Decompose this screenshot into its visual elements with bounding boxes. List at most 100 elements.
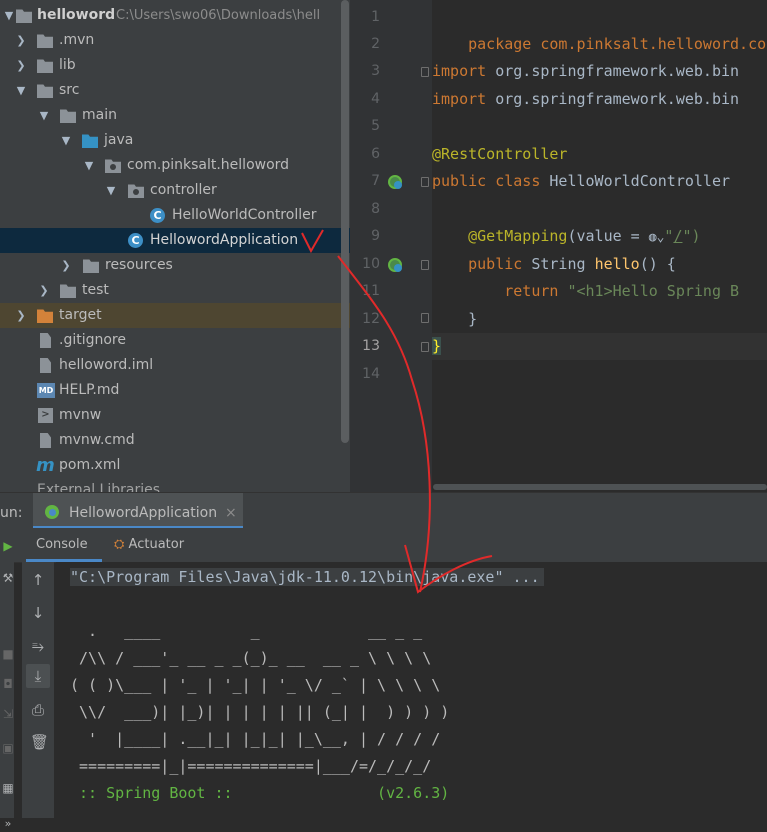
line-number: 3 bbox=[371, 63, 380, 79]
code-token: } bbox=[432, 310, 478, 328]
tree-item-hellowordapplication[interactable]: C HellowordApplication bbox=[0, 228, 350, 253]
tree-item-label: HelloWorldController bbox=[172, 207, 317, 223]
tree-item-label: HELP.md bbox=[59, 382, 120, 398]
fold-marker-icon[interactable] bbox=[421, 177, 429, 187]
line-number: 11 bbox=[362, 283, 380, 299]
arrow-up-icon[interactable]: ↑ bbox=[30, 572, 46, 588]
close-icon[interactable]: × bbox=[225, 493, 237, 533]
code-line: public class HelloWorldController bbox=[432, 168, 730, 195]
soft-wrap-icon[interactable]: ⥱ bbox=[30, 638, 46, 654]
tree-item-package[interactable]: ▼ com.pinksalt.helloword bbox=[0, 153, 350, 178]
code-token: @GetMapping bbox=[432, 227, 568, 245]
folder-icon bbox=[37, 59, 53, 73]
spring-boot-class-icon: C bbox=[128, 233, 143, 248]
tree-item-resources[interactable]: ❯ resources bbox=[0, 253, 350, 278]
console-line: \\/ ___)| |_)| | | | | || (_| | ) ) ) ) bbox=[70, 703, 450, 721]
console-line: "C:\Program Files\Java\jdk-11.0.12\bin\j… bbox=[70, 564, 544, 591]
class-icon: C bbox=[150, 208, 165, 223]
code-token: public bbox=[432, 255, 523, 273]
tree-item-lib[interactable]: ❯ lib bbox=[0, 53, 350, 78]
package-icon bbox=[105, 159, 121, 173]
chevron-right-icon[interactable]: ❯ bbox=[14, 28, 28, 53]
tab-actuator[interactable]: ⛭ Actuator bbox=[114, 528, 224, 562]
trash-icon[interactable]: 🗑 bbox=[30, 734, 49, 750]
chevron-down-icon[interactable]: ▼ bbox=[104, 178, 118, 203]
tree-item-iml[interactable]: helloword.iml bbox=[0, 353, 350, 378]
console-output[interactable]: "C:\Program Files\Java\jdk-11.0.12\bin\j… bbox=[56, 562, 767, 818]
chevron-down-icon[interactable]: ▼ bbox=[14, 78, 28, 103]
arrow-down-icon[interactable]: ↓ bbox=[30, 605, 46, 621]
current-line-highlight bbox=[432, 333, 767, 360]
code-editor[interactable]: 1 2 3 4 5 6 7 8 9 10 11 12 13 14 package… bbox=[350, 0, 767, 492]
tree-item-label: resources bbox=[105, 257, 173, 273]
code-token: return bbox=[432, 282, 559, 300]
tree-scrollbar[interactable] bbox=[341, 0, 349, 443]
chevron-right-icon[interactable]: ❯ bbox=[37, 278, 51, 303]
tree-item-target[interactable]: ❯ target bbox=[0, 303, 350, 328]
stop-icon[interactable]: ■ bbox=[0, 646, 16, 662]
chevron-down-icon[interactable]: ▼ bbox=[37, 103, 51, 128]
chevron-down-icon[interactable]: ▼ bbox=[82, 153, 96, 178]
scroll-to-end-icon[interactable]: ⤓ bbox=[26, 664, 50, 688]
chevron-down-icon[interactable]: ▼ bbox=[2, 3, 16, 28]
wrench-icon[interactable]: ⚒ bbox=[0, 570, 16, 586]
tree-item-controller[interactable]: ▼ controller bbox=[0, 178, 350, 203]
code-token: org.springframework.web.bin bbox=[486, 62, 740, 80]
restore-icon[interactable]: ▣ bbox=[0, 740, 16, 756]
camera-icon[interactable]: ◘ bbox=[0, 676, 16, 692]
tree-item-label: helloword.iml bbox=[59, 357, 154, 373]
fold-marker-icon[interactable] bbox=[421, 260, 429, 270]
code-token: @RestController bbox=[432, 145, 568, 163]
chevron-right-icon[interactable]: ❯ bbox=[14, 53, 28, 78]
tree-item-test[interactable]: ❯ test bbox=[0, 278, 350, 303]
tree-item-mvn[interactable]: ❯ .mvn bbox=[0, 28, 350, 53]
folder-icon bbox=[37, 34, 53, 48]
tree-root[interactable]: ▼ helloword C:\Users\swo06\Downloads\hel… bbox=[0, 3, 350, 28]
tree-item-mvnw-cmd[interactable]: mvnw.cmd bbox=[0, 428, 350, 453]
tree-item-helloworldcontroller[interactable]: C HelloWorldController bbox=[0, 203, 350, 228]
chevron-right-icon[interactable]: ❯ bbox=[59, 253, 73, 278]
code-token: String bbox=[522, 255, 595, 273]
exit-icon[interactable]: ⇲ bbox=[0, 706, 16, 722]
tree-item-external-libraries[interactable]: External Libraries bbox=[0, 478, 350, 492]
tree-item-label: main bbox=[82, 107, 117, 123]
file-icon bbox=[40, 433, 51, 448]
editor-horizontal-scrollbar[interactable] bbox=[433, 484, 767, 490]
line-number: 2 bbox=[371, 36, 380, 52]
globe-icon[interactable]: ◍⌄ bbox=[649, 230, 665, 245]
folder-icon bbox=[37, 84, 53, 98]
tree-item-label: mvnw bbox=[59, 407, 102, 423]
tree-item-pom[interactable]: m pom.xml bbox=[0, 453, 350, 478]
tree-item-mvnw[interactable]: > mvnw bbox=[0, 403, 350, 428]
code-line: import org.springframework.web.bin bbox=[432, 58, 739, 85]
tree-item-src[interactable]: ▼ src bbox=[0, 78, 350, 103]
more-icon[interactable]: » bbox=[0, 816, 16, 832]
tree-item-help-md[interactable]: MD HELP.md bbox=[0, 378, 350, 403]
tree-item-main[interactable]: ▼ main bbox=[0, 103, 350, 128]
run-toolbar-left: ▶ ⚒ ■ ◘ ⇲ ▣ ▦ » bbox=[0, 528, 16, 830]
layout-icon[interactable]: ▦ bbox=[0, 780, 16, 796]
tree-item-gitignore[interactable]: .gitignore bbox=[0, 328, 350, 353]
fold-marker-icon[interactable] bbox=[421, 342, 429, 352]
console-line: . ____ _ __ _ _ bbox=[70, 622, 423, 640]
line-number: 5 bbox=[371, 118, 380, 134]
code-line: } bbox=[432, 333, 442, 360]
console-line: ( ( )\___ | '_ | '_| | '_ \/ _` | \ \ \ … bbox=[70, 676, 441, 694]
project-name: helloword bbox=[37, 7, 116, 23]
spring-bean-icon[interactable] bbox=[388, 175, 402, 189]
spring-bean-icon[interactable] bbox=[388, 258, 402, 272]
code-line: @GetMapping(value = ◍⌄"/") bbox=[432, 223, 700, 250]
markdown-icon: MD bbox=[37, 383, 55, 398]
print-icon[interactable]: ⎙ bbox=[30, 702, 46, 718]
code-token: () { bbox=[639, 255, 676, 273]
fold-marker-icon[interactable] bbox=[421, 313, 429, 323]
chevron-right-icon[interactable]: ❯ bbox=[14, 303, 28, 328]
fold-marker-icon[interactable] bbox=[421, 67, 429, 77]
line-number: 8 bbox=[371, 201, 380, 217]
spring-boot-icon bbox=[45, 505, 59, 519]
tree-item-java[interactable]: ▼ java bbox=[0, 128, 350, 153]
tab-console[interactable]: Console bbox=[26, 528, 102, 562]
rerun-icon[interactable]: ▶ bbox=[0, 538, 16, 554]
chevron-down-icon[interactable]: ▼ bbox=[59, 128, 73, 153]
run-tab-hellowordapplication[interactable]: HellowordApplication × bbox=[33, 493, 243, 529]
